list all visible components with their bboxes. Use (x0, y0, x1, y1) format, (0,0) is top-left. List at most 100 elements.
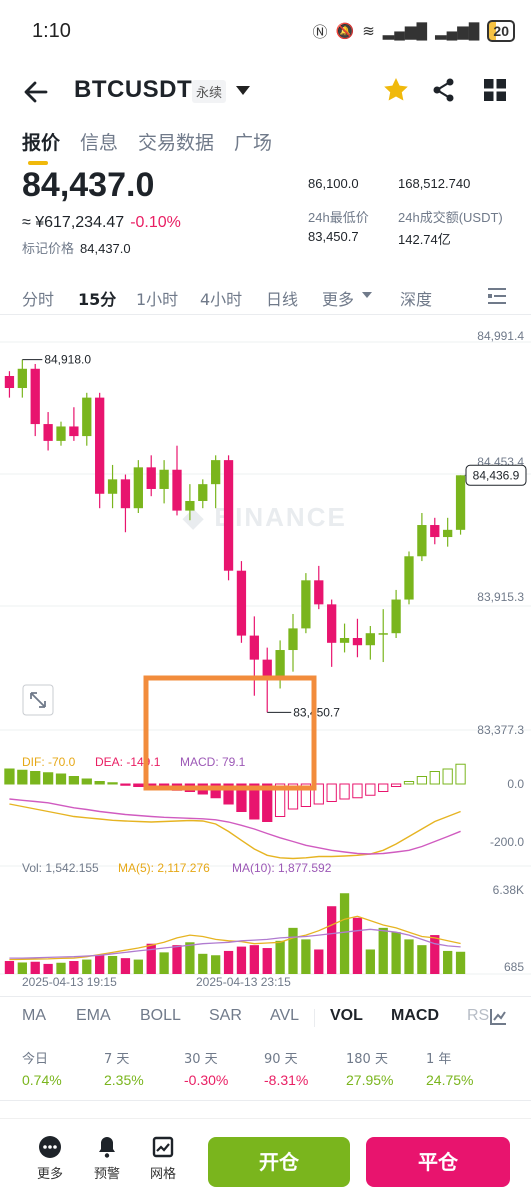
indicator-tabs: MA EMA BOLL SAR AVL VOL MACD RS (0, 996, 531, 1036)
alert-label: 预警 (93, 1167, 120, 1182)
macd-histogram-bar (81, 778, 92, 785)
candle-body (339, 638, 350, 643)
volume-bar (82, 959, 92, 974)
perf-value: 27.95% (346, 1072, 394, 1088)
price-axis-label: 83,915.3 (477, 590, 524, 604)
volume-bar (365, 949, 375, 974)
candle-body (443, 529, 453, 538)
indicator-sar[interactable]: SAR (209, 1007, 242, 1025)
macd-histogram-bar (120, 783, 131, 786)
more-caret-icon[interactable] (362, 292, 372, 298)
volume-bar (223, 950, 234, 974)
indicator-vol[interactable]: VOL (330, 1007, 363, 1025)
close-position-button[interactable]: 平仓 (366, 1137, 510, 1187)
layout-grid-icon[interactable] (482, 77, 508, 103)
nfc-icon: Ⓝ (312, 23, 328, 41)
candle-body (43, 424, 53, 441)
macd-histogram-bar (365, 783, 376, 796)
volume-bar (417, 945, 427, 974)
volume-bar (185, 942, 195, 974)
vol-axis-label: 685 (504, 960, 524, 974)
back-arrow-icon[interactable] (22, 78, 50, 106)
low-label: 24h最低价 (308, 210, 369, 225)
tab-info[interactable]: 信息 (80, 128, 118, 155)
candle-body (17, 368, 27, 389)
perf-label: 30 天 (184, 1052, 218, 1067)
macd-histogram-bar (326, 783, 337, 802)
more-label: 更多 (36, 1167, 63, 1182)
candle-body (288, 628, 298, 651)
indicator-rsi[interactable]: RS (467, 1007, 489, 1025)
volume-bar (69, 961, 79, 974)
volume-bar (133, 959, 143, 974)
tab-square[interactable]: 广场 (234, 128, 272, 155)
perf-label: 今日 (22, 1052, 49, 1067)
candle-body (198, 484, 208, 501)
candle-body (314, 580, 324, 605)
tab-quote[interactable]: 报价 (22, 128, 60, 165)
macd-histogram-bar (68, 776, 80, 785)
candle-body (417, 525, 427, 557)
indicator-avl[interactable]: AVL (270, 1007, 299, 1025)
interval-daily[interactable]: 日线 (266, 286, 298, 310)
indicator-ma[interactable]: MA (22, 1007, 46, 1025)
high-marker-label: 84,918.0 (44, 353, 91, 367)
share-icon[interactable] (430, 76, 458, 104)
open-position-button[interactable]: 开仓 (208, 1137, 350, 1187)
candle-body (172, 469, 182, 511)
perf-value: -0.30% (184, 1072, 229, 1088)
grid-trading-button[interactable]: 网格 (143, 1135, 183, 1182)
wifi-icon: ≋ (362, 23, 375, 40)
kline-chart[interactable]: 84,991.484,453.483,915.383,377.3◆ BINANC… (0, 316, 531, 996)
turnover-label: 24h成交额(USDT) (398, 210, 503, 225)
favorite-star-icon[interactable] (382, 76, 410, 104)
volume-bar (172, 945, 182, 974)
bottom-action-bar: 更多 预警 网格 开仓 平仓 (0, 1118, 531, 1200)
symbol-title[interactable]: BTCUSDT (74, 76, 192, 104)
volume-bar (17, 962, 27, 974)
volume-btc-value: 168,512.740 (398, 176, 471, 191)
volume-bar (391, 932, 401, 974)
status-icons: Ⓝ 🔕 ≋ ▂▄▆█ ▂▄▆█ 20 (312, 20, 515, 42)
volume-bar (95, 955, 105, 974)
interval-1h[interactable]: 1小时 (136, 286, 178, 310)
header: BTCUSDT 永续 (0, 66, 531, 116)
candle-body (301, 580, 311, 629)
macd-dif-label: DIF: -70.0 (22, 755, 76, 769)
interval-timeshare[interactable]: 分时 (22, 286, 54, 310)
interval-tabs: 分时 15分 1小时 4小时 日线 更多 深度 (0, 278, 531, 314)
interval-more[interactable]: 更多 (322, 286, 354, 310)
volume-bar (301, 939, 311, 974)
interval-depth[interactable]: 深度 (400, 286, 432, 310)
macd-histogram-bar (403, 781, 415, 785)
perf-label: 1 年 (426, 1052, 452, 1067)
tab-trading-data[interactable]: 交易数据 (138, 128, 214, 155)
macd-histogram-bar (30, 771, 41, 785)
more-button[interactable]: 更多 (30, 1135, 70, 1182)
symbol-dropdown-icon[interactable] (236, 86, 250, 95)
interval-15m[interactable]: 15分 (78, 286, 116, 310)
macd-histogram-bar (416, 776, 428, 785)
macd-histogram-bar (42, 772, 54, 785)
volume-bar (43, 963, 53, 974)
vol-ma10-label: MA(10): 1,877.592 (232, 861, 332, 875)
fullscreen-expand-icon[interactable] (22, 684, 54, 716)
indicator-ema[interactable]: EMA (76, 1007, 111, 1025)
high-value: 86,100.0 (308, 176, 359, 191)
volume-bar (30, 961, 40, 974)
indicator-settings-icon[interactable] (488, 1007, 508, 1027)
macd-histogram-bar (4, 768, 15, 785)
macd-histogram-bar (94, 781, 105, 785)
volume-bar (120, 958, 131, 974)
candle-body (107, 479, 118, 494)
indicator-boll[interactable]: BOLL (140, 1007, 181, 1025)
alert-button[interactable]: 预警 (87, 1135, 127, 1182)
indicator-macd[interactable]: MACD (391, 1007, 439, 1025)
mute-icon: 🔕 (335, 23, 355, 40)
macd-axis-label: -200.0 (490, 835, 524, 849)
volume-bar (236, 946, 247, 974)
candle-body (455, 475, 466, 530)
interval-4h[interactable]: 4小时 (200, 286, 242, 310)
current-price-tag: 84,436.9 (473, 468, 520, 482)
chart-settings-icon[interactable] (486, 286, 508, 306)
